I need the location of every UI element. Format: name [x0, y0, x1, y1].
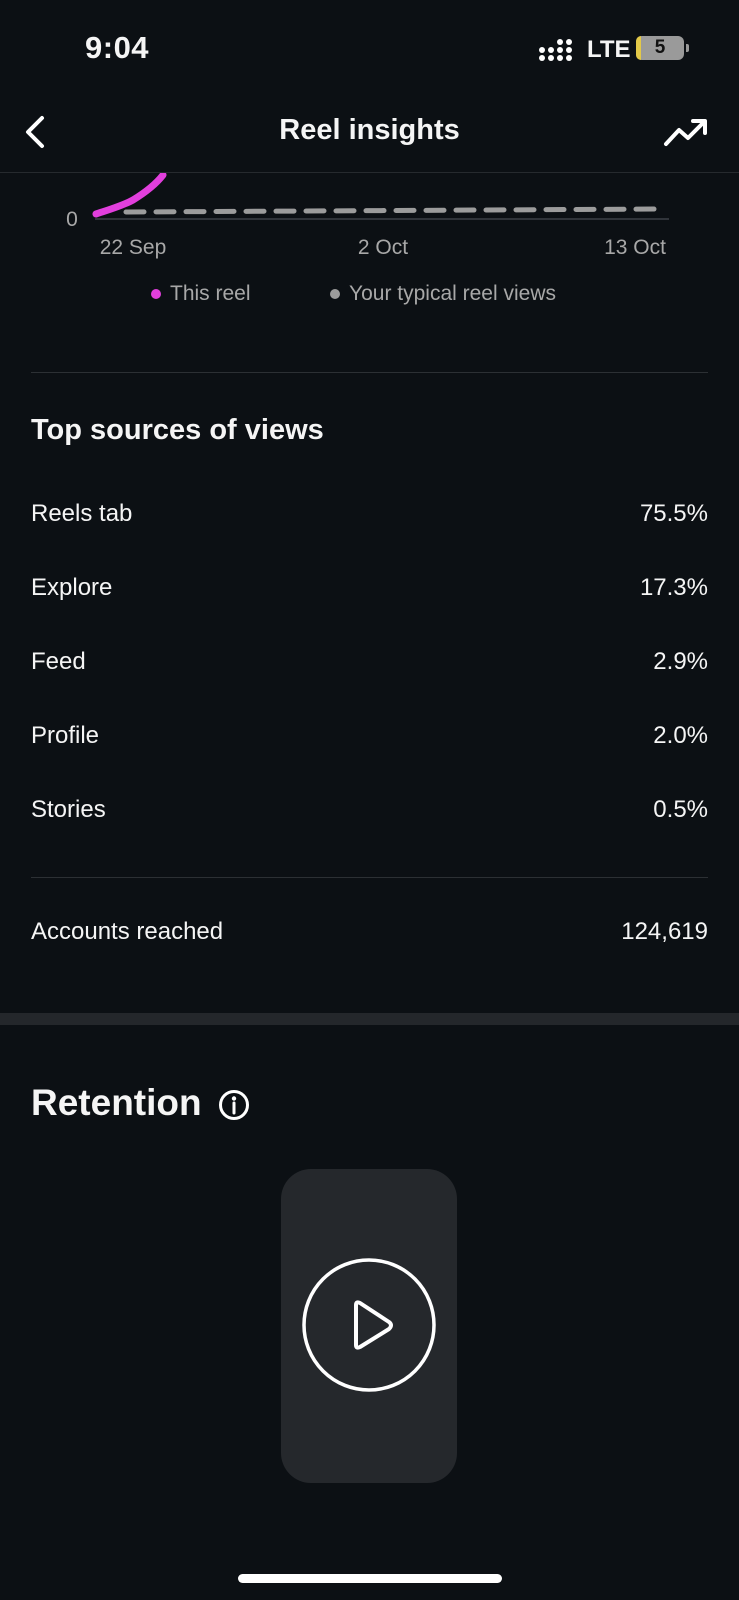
- source-value: 17.3%: [639, 574, 708, 601]
- divider: [31, 372, 708, 373]
- info-icon[interactable]: [218, 1089, 250, 1121]
- trending-up-icon[interactable]: [660, 110, 710, 154]
- battery-icon: 5: [636, 36, 684, 60]
- battery-level: 5: [654, 37, 666, 58]
- source-label: Explore: [31, 574, 113, 601]
- source-label: Reels tab: [31, 500, 133, 527]
- series-line-typical-reel-views: [123, 206, 667, 215]
- x-tick-label: 22 Sep: [100, 236, 167, 259]
- play-icon[interactable]: [301, 1257, 437, 1393]
- series-line-this-reel: [92, 171, 167, 218]
- source-value: 0.5%: [653, 796, 708, 823]
- legend-dot: [330, 289, 340, 299]
- source-label: Feed: [31, 648, 86, 675]
- source-row-feed: Feed 2.9%: [31, 642, 708, 682]
- network-label: LTE: [587, 36, 631, 63]
- legend-item-this-reel: This reel: [151, 282, 251, 306]
- source-row-explore: Explore 17.3%: [31, 568, 708, 608]
- x-tick-label: 13 Oct: [604, 236, 666, 259]
- legend-label: Your typical reel views: [349, 282, 556, 305]
- status-bar: 9:04 LTE 5: [0, 0, 739, 100]
- source-row-profile: Profile 2.0%: [31, 716, 708, 756]
- legend-dot: [151, 289, 161, 299]
- accounts-reached-row: Accounts reached 124,619: [31, 912, 708, 952]
- legend-item-typical-reel-views: Your typical reel views: [330, 282, 556, 306]
- source-label: Stories: [31, 796, 106, 823]
- signal-icon: [539, 39, 572, 61]
- source-row-stories: Stories 0.5%: [31, 790, 708, 830]
- nav-bar: Reel insights: [0, 100, 739, 173]
- source-value: 2.0%: [653, 722, 708, 749]
- home-indicator[interactable]: [238, 1574, 502, 1583]
- y-tick-label: 0: [66, 208, 78, 231]
- reel-video-thumbnail[interactable]: [281, 1169, 457, 1483]
- source-row-reels-tab: Reels tab 75.5%: [31, 494, 708, 534]
- status-time: 9:04: [85, 30, 150, 65]
- legend-label: This reel: [170, 282, 251, 305]
- accounts-reached-label: Accounts reached: [31, 918, 224, 945]
- source-value: 75.5%: [639, 500, 708, 527]
- retention-title: Retention: [31, 1082, 202, 1123]
- accounts-reached-value: 124,619: [621, 918, 708, 945]
- section-separator: [0, 1013, 739, 1025]
- divider: [31, 877, 708, 878]
- battery-tip: [686, 44, 689, 52]
- x-tick-label: 2 Oct: [358, 236, 408, 259]
- chart-legend: This reel Your typical reel views: [0, 282, 739, 312]
- source-label: Profile: [31, 722, 100, 749]
- source-value: 2.9%: [653, 648, 708, 675]
- page-title: Reel insights: [279, 114, 460, 146]
- section-title-top-sources: Top sources of views: [31, 414, 324, 446]
